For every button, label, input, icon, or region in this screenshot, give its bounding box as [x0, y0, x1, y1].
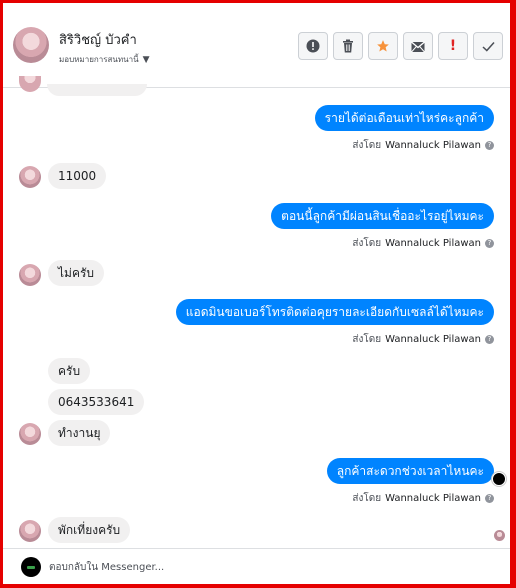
incoming-message-bubble[interactable]: ไม่ครับ: [48, 260, 105, 286]
mark-unread-button[interactable]: [403, 32, 433, 60]
sender-name: Wannaluck Pilawan: [385, 238, 481, 249]
conversation-header: สิริวิชญ์ บัวคำ มอบหมายการสนทนานี้ ▼ !: [3, 3, 510, 88]
sent-by-label: ส่งโดย Wannaluck Pilawan ?: [352, 236, 494, 251]
trash-icon: [343, 39, 353, 53]
outgoing-message-bubble[interactable]: ตอนนี้ลูกค้ามีผ่อนสินเชื่ออะไรอยู่ไหมคะ: [271, 203, 494, 229]
incoming-message-bubble[interactable]: ทำงานยุ: [48, 420, 111, 446]
help-icon[interactable]: ?: [485, 141, 494, 150]
outgoing-message-bubble[interactable]: รายได้ต่อเดือนเท่าไหร่คะลูกค้า: [314, 105, 494, 131]
spam-button[interactable]: !: [438, 32, 468, 60]
incoming-message-bubble[interactable]: 0643533641: [48, 389, 145, 415]
sender-name: Wannaluck Pilawan: [385, 140, 481, 151]
sent-by-label: ส่งโดย Wannaluck Pilawan ?: [352, 491, 494, 506]
seen-avatar-indicator: [494, 530, 505, 541]
assign-label: มอบหมายการสนทนานี้: [59, 55, 139, 64]
sent-by-label: ส่งโดย Wannaluck Pilawan ?: [352, 332, 494, 347]
caret-down-icon: ▼: [142, 54, 150, 65]
message-thread[interactable]: รายได้ต่อเดือนเท่าไหร่คะลูกค้า ส่งโดย Wa…: [3, 76, 510, 548]
incoming-message-bubble[interactable]: ครับ: [48, 358, 91, 384]
reply-input[interactable]: [49, 558, 489, 576]
contact-name[interactable]: สิริวิชญ์ บัวคำ: [59, 29, 137, 50]
star-button[interactable]: [368, 32, 398, 60]
sent-by-prefix: ส่งโดย: [352, 334, 382, 345]
incoming-message-bubble[interactable]: 11000: [48, 163, 107, 189]
outgoing-message-bubble[interactable]: ลูกค้าสะดวกช่วงเวลาไหนคะ: [326, 458, 494, 484]
help-icon[interactable]: ?: [485, 335, 494, 344]
sender-name: Wannaluck Pilawan: [385, 334, 481, 345]
contact-avatar-small: [19, 423, 41, 445]
messenger-window: สิริวิชญ์ บัวคำ มอบหมายการสนทนานี้ ▼ ! ร…: [3, 3, 510, 584]
exclamation-icon: !: [449, 38, 457, 54]
incoming-message-bubble: [47, 84, 147, 96]
info-icon: [306, 39, 320, 53]
sent-by-prefix: ส่งโดย: [352, 238, 382, 249]
sent-by-prefix: ส่งโดย: [352, 140, 382, 151]
seen-indicator: [492, 472, 506, 486]
message-composer: [3, 548, 510, 584]
outgoing-message-bubble[interactable]: แอดมินขอเบอร์โทรติดต่อคุยรายละเอียดกับเซ…: [175, 299, 494, 325]
delete-button[interactable]: [333, 32, 363, 60]
page-avatar: [21, 557, 41, 577]
info-button[interactable]: [298, 32, 328, 60]
mail-icon: [411, 41, 425, 52]
contact-avatar[interactable]: [13, 27, 49, 63]
incoming-message-bubble[interactable]: พักเที่ยงครับ: [48, 517, 131, 543]
sent-by-label: ส่งโดย Wannaluck Pilawan ?: [352, 138, 494, 153]
check-icon: [481, 41, 495, 52]
done-button[interactable]: [473, 32, 503, 60]
contact-avatar-small: [19, 76, 41, 92]
help-icon[interactable]: ?: [485, 239, 494, 248]
assign-conversation-dropdown[interactable]: มอบหมายการสนทนานี้ ▼: [59, 53, 150, 66]
conversation-toolbar: !: [298, 32, 503, 60]
sent-by-prefix: ส่งโดย: [352, 493, 382, 504]
contact-avatar-small: [19, 166, 41, 188]
help-icon[interactable]: ?: [485, 494, 494, 503]
sender-name: Wannaluck Pilawan: [385, 493, 481, 504]
star-icon: [377, 40, 389, 52]
contact-avatar-small: [19, 520, 41, 542]
contact-avatar-small: [19, 264, 41, 286]
